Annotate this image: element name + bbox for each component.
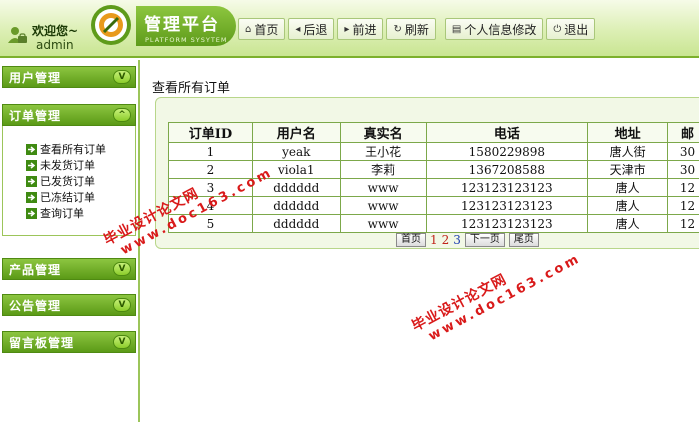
submenu-item-frozen[interactable]: 已冻结订单 — [26, 189, 106, 205]
arrow-right-icon — [26, 191, 37, 203]
header: 欢迎您~ admin 管理平台 PLATFORM SYSYTEM ⌂ 首页 ◂ … — [0, 0, 699, 58]
cell-realname: 李莉 — [339, 160, 427, 179]
cell-postcode: 30 — [667, 142, 699, 161]
user-icon — [8, 27, 27, 43]
submenu-label: 已冻结订单 — [40, 191, 95, 204]
power-icon: ⏻ — [553, 23, 562, 35]
logout-button[interactable]: ⏻ 退出 — [546, 18, 596, 40]
back-button[interactable]: ◂ 后退 — [288, 18, 335, 40]
arrow-right-icon — [26, 159, 37, 171]
page-link-1[interactable]: 1 — [430, 233, 438, 247]
cell-realname: 王小花 — [339, 142, 427, 161]
table-header-row: 订单ID 用户名 真实名 电话 地址 邮 — [168, 122, 699, 143]
cell-realname: www — [339, 196, 427, 215]
col-realname: 真实名 — [339, 122, 427, 143]
next-page-button[interactable]: 下一页 — [464, 233, 505, 247]
chevron-up-icon[interactable]: ^ — [113, 108, 131, 122]
menu-user-mgmt[interactable]: 用户管理 V — [2, 66, 136, 88]
first-page-button[interactable]: 首页 — [396, 233, 426, 247]
home-label: 首页 — [254, 22, 279, 37]
chevron-down-icon[interactable]: V — [113, 335, 131, 349]
submenu-label: 查看所有订单 — [40, 143, 106, 156]
cell-phone: 1367208588 — [425, 160, 589, 179]
welcome-text: 欢迎您~ — [32, 24, 79, 38]
home-button[interactable]: ⌂ 首页 — [238, 18, 286, 40]
cell-username: yeak — [251, 142, 341, 161]
cell-realname: www — [339, 178, 427, 197]
col-address: 地址 — [587, 122, 669, 143]
forward-button[interactable]: ▸ 前进 — [337, 18, 384, 40]
cell-phone: 123123123123 — [425, 178, 589, 197]
page-link-3[interactable]: 3 — [453, 233, 461, 247]
col-username: 用户名 — [251, 122, 341, 143]
order-submenu: 查看所有订单 未发货订单 已发货订单 已冻结订单 查询订单 — [26, 141, 106, 221]
arrow-right-icon — [26, 207, 37, 219]
pagination: 首页 1 2 3 下一页 尾页 — [396, 233, 539, 247]
logo-title: 管理平台 — [144, 15, 220, 35]
back-label: 后退 — [303, 22, 328, 37]
chevron-down-icon[interactable]: V — [113, 298, 131, 312]
cell-username: dddddd — [251, 214, 341, 233]
forward-icon: ▸ — [344, 23, 350, 35]
cell-address: 天津市 — [587, 160, 669, 179]
logout-label: 退出 — [564, 22, 589, 37]
cell-phone: 1580229898 — [425, 142, 589, 161]
menu-notice-mgmt-label: 公告管理 — [9, 298, 62, 313]
col-order-id: 订单ID — [168, 122, 253, 143]
cell-postcode: 12 — [667, 178, 699, 197]
arrow-right-icon — [26, 175, 37, 187]
top-nav: ⌂ 首页 ◂ 后退 ▸ 前进 ↻ 刷新 ▤ 个人信息修改 ⏻ 退出 — [238, 18, 598, 42]
profile-button[interactable]: ▤ 个人信息修改 — [444, 18, 544, 40]
cell-postcode: 12 — [667, 196, 699, 215]
menu-notice-mgmt[interactable]: 公告管理 V — [2, 294, 136, 316]
menu-guestbook-mgmt-label: 留言板管理 — [9, 335, 75, 350]
chevron-down-icon[interactable]: V — [113, 70, 131, 84]
cell-username: dddddd — [251, 196, 341, 215]
logo-icon — [91, 5, 131, 45]
refresh-button[interactable]: ↻ 刷新 — [386, 18, 436, 40]
table-row: 5 dddddd www 123123123123 唐人 12 — [168, 214, 699, 233]
watermark: 毕业设计论文网 www.doc163.com — [408, 233, 583, 349]
page-title: 查看所有订单 — [152, 81, 231, 96]
table-row: 4 dddddd www 123123123123 唐人 12 — [168, 196, 699, 215]
logo-subtitle: PLATFORM SYSYTEM — [145, 36, 228, 44]
submenu-label: 已发货订单 — [40, 175, 95, 188]
cell-address: 唐人 — [587, 214, 669, 233]
last-page-button[interactable]: 尾页 — [508, 233, 539, 247]
submenu-label: 未发货订单 — [40, 159, 95, 172]
submenu-item-all-orders[interactable]: 查看所有订单 — [26, 141, 106, 157]
menu-guestbook-mgmt[interactable]: 留言板管理 V — [2, 331, 136, 353]
arrow-right-icon — [26, 143, 37, 155]
chevron-down-icon[interactable]: V — [113, 262, 131, 276]
profile-label: 个人信息修改 — [464, 22, 537, 37]
cell-phone: 123123123123 — [425, 196, 589, 215]
menu-order-mgmt[interactable]: 订单管理 ^ — [2, 104, 136, 126]
refresh-icon: ↻ — [393, 23, 402, 35]
page-link-2[interactable]: 2 — [442, 233, 450, 247]
profile-icon: ▤ — [451, 23, 462, 35]
home-icon: ⌂ — [245, 23, 252, 35]
menu-order-mgmt-label: 订单管理 — [9, 108, 62, 123]
col-phone: 电话 — [425, 122, 589, 143]
cell-phone: 123123123123 — [425, 214, 589, 233]
cell-postcode: 12 — [667, 214, 699, 233]
back-icon: ◂ — [295, 23, 301, 35]
welcome-area: 欢迎您~ admin — [0, 14, 88, 52]
forward-label: 前进 — [352, 22, 377, 37]
refresh-label: 刷新 — [404, 22, 429, 37]
cell-postcode: 30 — [667, 160, 699, 179]
submenu-item-shipped[interactable]: 已发货订单 — [26, 173, 106, 189]
cell-address: 唐人 — [587, 178, 669, 197]
menu-product-mgmt-label: 产品管理 — [9, 262, 62, 277]
cell-address: 唐人 — [587, 196, 669, 215]
submenu-item-unshipped[interactable]: 未发货订单 — [26, 157, 106, 173]
submenu-label: 查询订单 — [40, 207, 84, 220]
username: admin — [36, 38, 74, 52]
col-postcode: 邮 — [667, 122, 699, 143]
menu-user-mgmt-label: 用户管理 — [9, 70, 62, 85]
submenu-item-search[interactable]: 查询订单 — [26, 205, 106, 221]
cell-realname: www — [339, 214, 427, 233]
cell-address: 唐人街 — [587, 142, 669, 161]
